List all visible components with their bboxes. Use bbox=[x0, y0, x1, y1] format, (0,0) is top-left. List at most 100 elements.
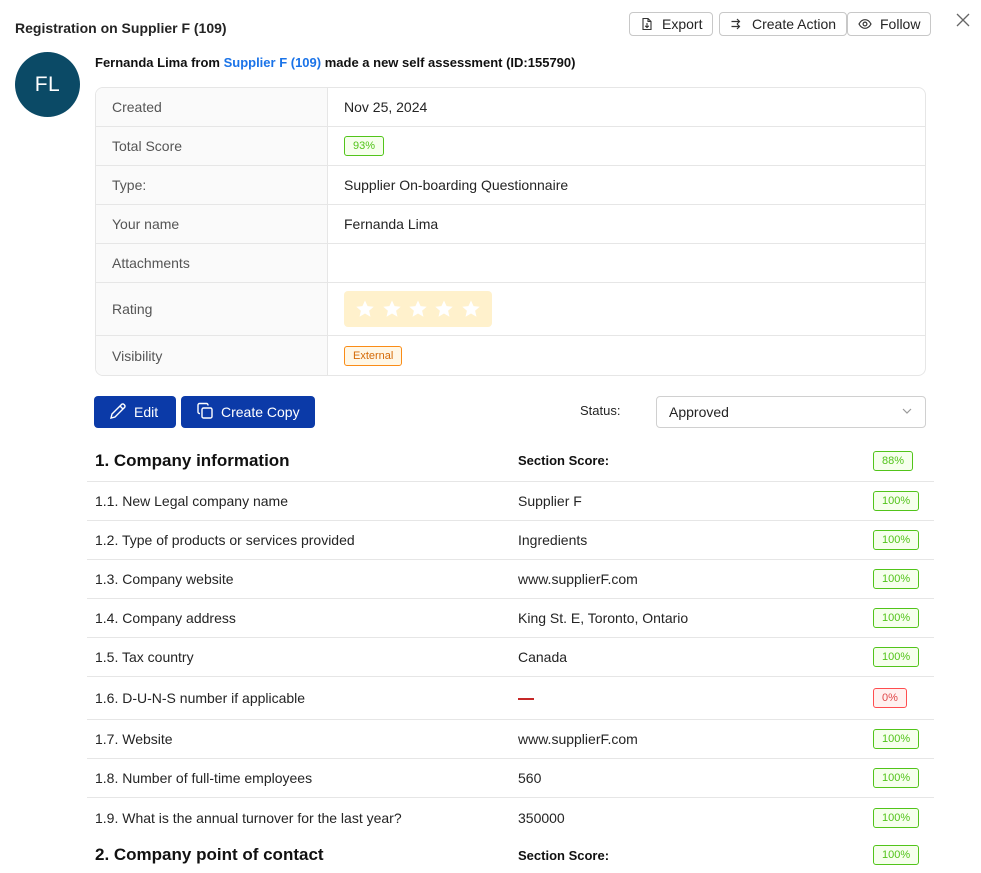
star-icon[interactable] bbox=[461, 299, 481, 319]
type-value: Supplier On-boarding Questionnaire bbox=[344, 177, 569, 193]
status-value: Approved bbox=[669, 404, 729, 420]
section-company-point-of-contact: 2. Company point of contact Section Scor… bbox=[87, 838, 934, 872]
answer-text: www.supplierF.com bbox=[518, 571, 638, 587]
answer-text: 560 bbox=[518, 770, 542, 786]
total-score-badge: 93% bbox=[344, 136, 385, 156]
section-score-label: Section Score: bbox=[518, 847, 610, 863]
create-action-label: Create Action bbox=[752, 16, 837, 32]
create-action-button[interactable]: Create Action bbox=[719, 12, 848, 36]
attachments-value bbox=[328, 244, 925, 282]
answer-text: Ingredients bbox=[518, 532, 588, 548]
create-copy-button[interactable]: Create Copy bbox=[181, 396, 315, 428]
section-header: 1. Company information Section Score: 88… bbox=[87, 440, 934, 482]
section-company-information: 1. Company information Section Score: 88… bbox=[87, 440, 934, 837]
star-rating[interactable] bbox=[344, 291, 492, 327]
section-score-badge: 100% bbox=[873, 845, 920, 865]
details-table: Created Nov 25, 2024 Total Score 93% Typ… bbox=[95, 87, 926, 376]
section-score-label: Section Score: bbox=[518, 453, 610, 468]
total-score-label: Total Score bbox=[96, 127, 328, 165]
question-row: 1.4. Company address King St. E, Toronto… bbox=[87, 599, 934, 638]
question-row: 1.8. Number of full-time employees 560 1… bbox=[87, 759, 934, 798]
question-score-badge: 100% bbox=[873, 569, 920, 589]
details-row-visibility: Visibility External bbox=[96, 336, 925, 375]
answer-text: 350000 bbox=[518, 809, 565, 826]
star-icon[interactable] bbox=[434, 299, 454, 319]
eye-icon bbox=[858, 17, 872, 31]
rating-label: Rating bbox=[96, 283, 328, 335]
pencil-icon bbox=[108, 401, 128, 424]
question-score-badge: 100% bbox=[873, 608, 920, 628]
details-row-total-score: Total Score 93% bbox=[96, 127, 925, 166]
question-text: 1.9. What is the annual turnover for the… bbox=[95, 809, 402, 826]
question-row: 1.9. What is the annual turnover for the… bbox=[87, 798, 934, 837]
edit-label: Edit bbox=[134, 404, 159, 420]
answer-empty bbox=[518, 690, 873, 706]
create-action-icon bbox=[730, 17, 744, 31]
edit-button[interactable]: Edit bbox=[94, 396, 176, 428]
follow-button[interactable]: Follow bbox=[847, 12, 932, 36]
star-icon[interactable] bbox=[382, 299, 402, 319]
created-value: Nov 25, 2024 bbox=[344, 99, 428, 115]
visibility-label: Visibility bbox=[96, 336, 328, 375]
section-title: 2. Company point of contact bbox=[95, 845, 324, 864]
answer-text: King St. E, Toronto, Ontario bbox=[518, 610, 689, 626]
export-label: Export bbox=[662, 16, 703, 32]
details-row-created: Created Nov 25, 2024 bbox=[96, 88, 925, 127]
question-text: 1.8. Number of full-time employees bbox=[95, 770, 313, 786]
question-score-badge: 100% bbox=[873, 647, 920, 667]
attachments-label: Attachments bbox=[96, 244, 328, 282]
empty-answer-dash bbox=[518, 698, 534, 701]
assessment-headline: Fernanda Lima from Supplier F (109) made… bbox=[95, 55, 575, 70]
type-label: Type: bbox=[96, 166, 328, 204]
question-row: 1.5. Tax country Canada 100% bbox=[87, 638, 934, 677]
supplier-link[interactable]: Supplier F (109) bbox=[224, 55, 322, 70]
question-score-badge: 0% bbox=[873, 688, 907, 708]
headline-suffix: made a new self assessment (ID:155790) bbox=[321, 55, 576, 70]
section-title: 1. Company information bbox=[95, 450, 290, 470]
question-row: 1.6. D-U-N-S number if applicable 0% bbox=[87, 677, 934, 720]
question-text: 1.4. Company address bbox=[95, 610, 236, 626]
status-select[interactable]: Approved bbox=[656, 396, 926, 428]
export-icon bbox=[640, 17, 654, 31]
section-score-badge: 88% bbox=[873, 450, 914, 471]
chevron-down-icon bbox=[901, 404, 913, 420]
status-label: Status: bbox=[580, 403, 621, 418]
your-name-value: Fernanda Lima bbox=[344, 216, 439, 232]
details-row-attachments: Attachments bbox=[96, 244, 925, 283]
follow-label: Follow bbox=[880, 16, 921, 32]
question-text: 1.3. Company website bbox=[95, 571, 234, 587]
headline-author: Fernanda Lima from bbox=[95, 55, 224, 70]
question-row: 1.3. Company website www.supplierF.com 1… bbox=[87, 560, 934, 599]
export-button[interactable]: Export bbox=[629, 12, 714, 36]
panel-title: Registration on Supplier F (109) bbox=[15, 20, 227, 36]
question-text: 1.1. New Legal company name bbox=[95, 493, 288, 509]
question-score-badge: 100% bbox=[873, 807, 920, 828]
details-row-rating: Rating bbox=[96, 283, 925, 336]
question-row: 1.1. New Legal company name Supplier F 1… bbox=[87, 482, 934, 521]
question-text: 1.6. D-U-N-S number if applicable bbox=[95, 690, 306, 706]
question-score-badge: 100% bbox=[873, 530, 920, 550]
section-header: 2. Company point of contact Section Scor… bbox=[87, 838, 934, 872]
answer-text: Supplier F bbox=[518, 493, 582, 509]
avatar: FL bbox=[15, 52, 80, 117]
answer-text: Canada bbox=[518, 649, 568, 665]
question-score-badge: 100% bbox=[873, 491, 920, 511]
question-score-badge: 100% bbox=[873, 729, 920, 749]
question-text: 1.2. Type of products or services provid… bbox=[95, 532, 355, 548]
copy-icon bbox=[195, 401, 215, 424]
close-icon[interactable] bbox=[955, 12, 971, 28]
answer-text: www.supplierF.com bbox=[518, 731, 638, 747]
question-row: 1.7. Website www.supplierF.com 100% bbox=[87, 720, 934, 759]
created-label: Created bbox=[96, 88, 328, 126]
star-icon[interactable] bbox=[408, 299, 428, 319]
visibility-badge: External bbox=[344, 345, 403, 366]
star-icon[interactable] bbox=[355, 299, 375, 319]
question-row: 1.2. Type of products or services provid… bbox=[87, 521, 934, 560]
question-text: 1.5. Tax country bbox=[95, 649, 194, 665]
question-text: 1.7. Website bbox=[95, 731, 173, 747]
question-score-badge: 100% bbox=[873, 768, 920, 788]
create-copy-label: Create Copy bbox=[221, 404, 300, 420]
your-name-label: Your name bbox=[96, 205, 328, 243]
details-row-type: Type: Supplier On-boarding Questionnaire bbox=[96, 166, 925, 205]
details-row-your-name: Your name Fernanda Lima bbox=[96, 205, 925, 244]
